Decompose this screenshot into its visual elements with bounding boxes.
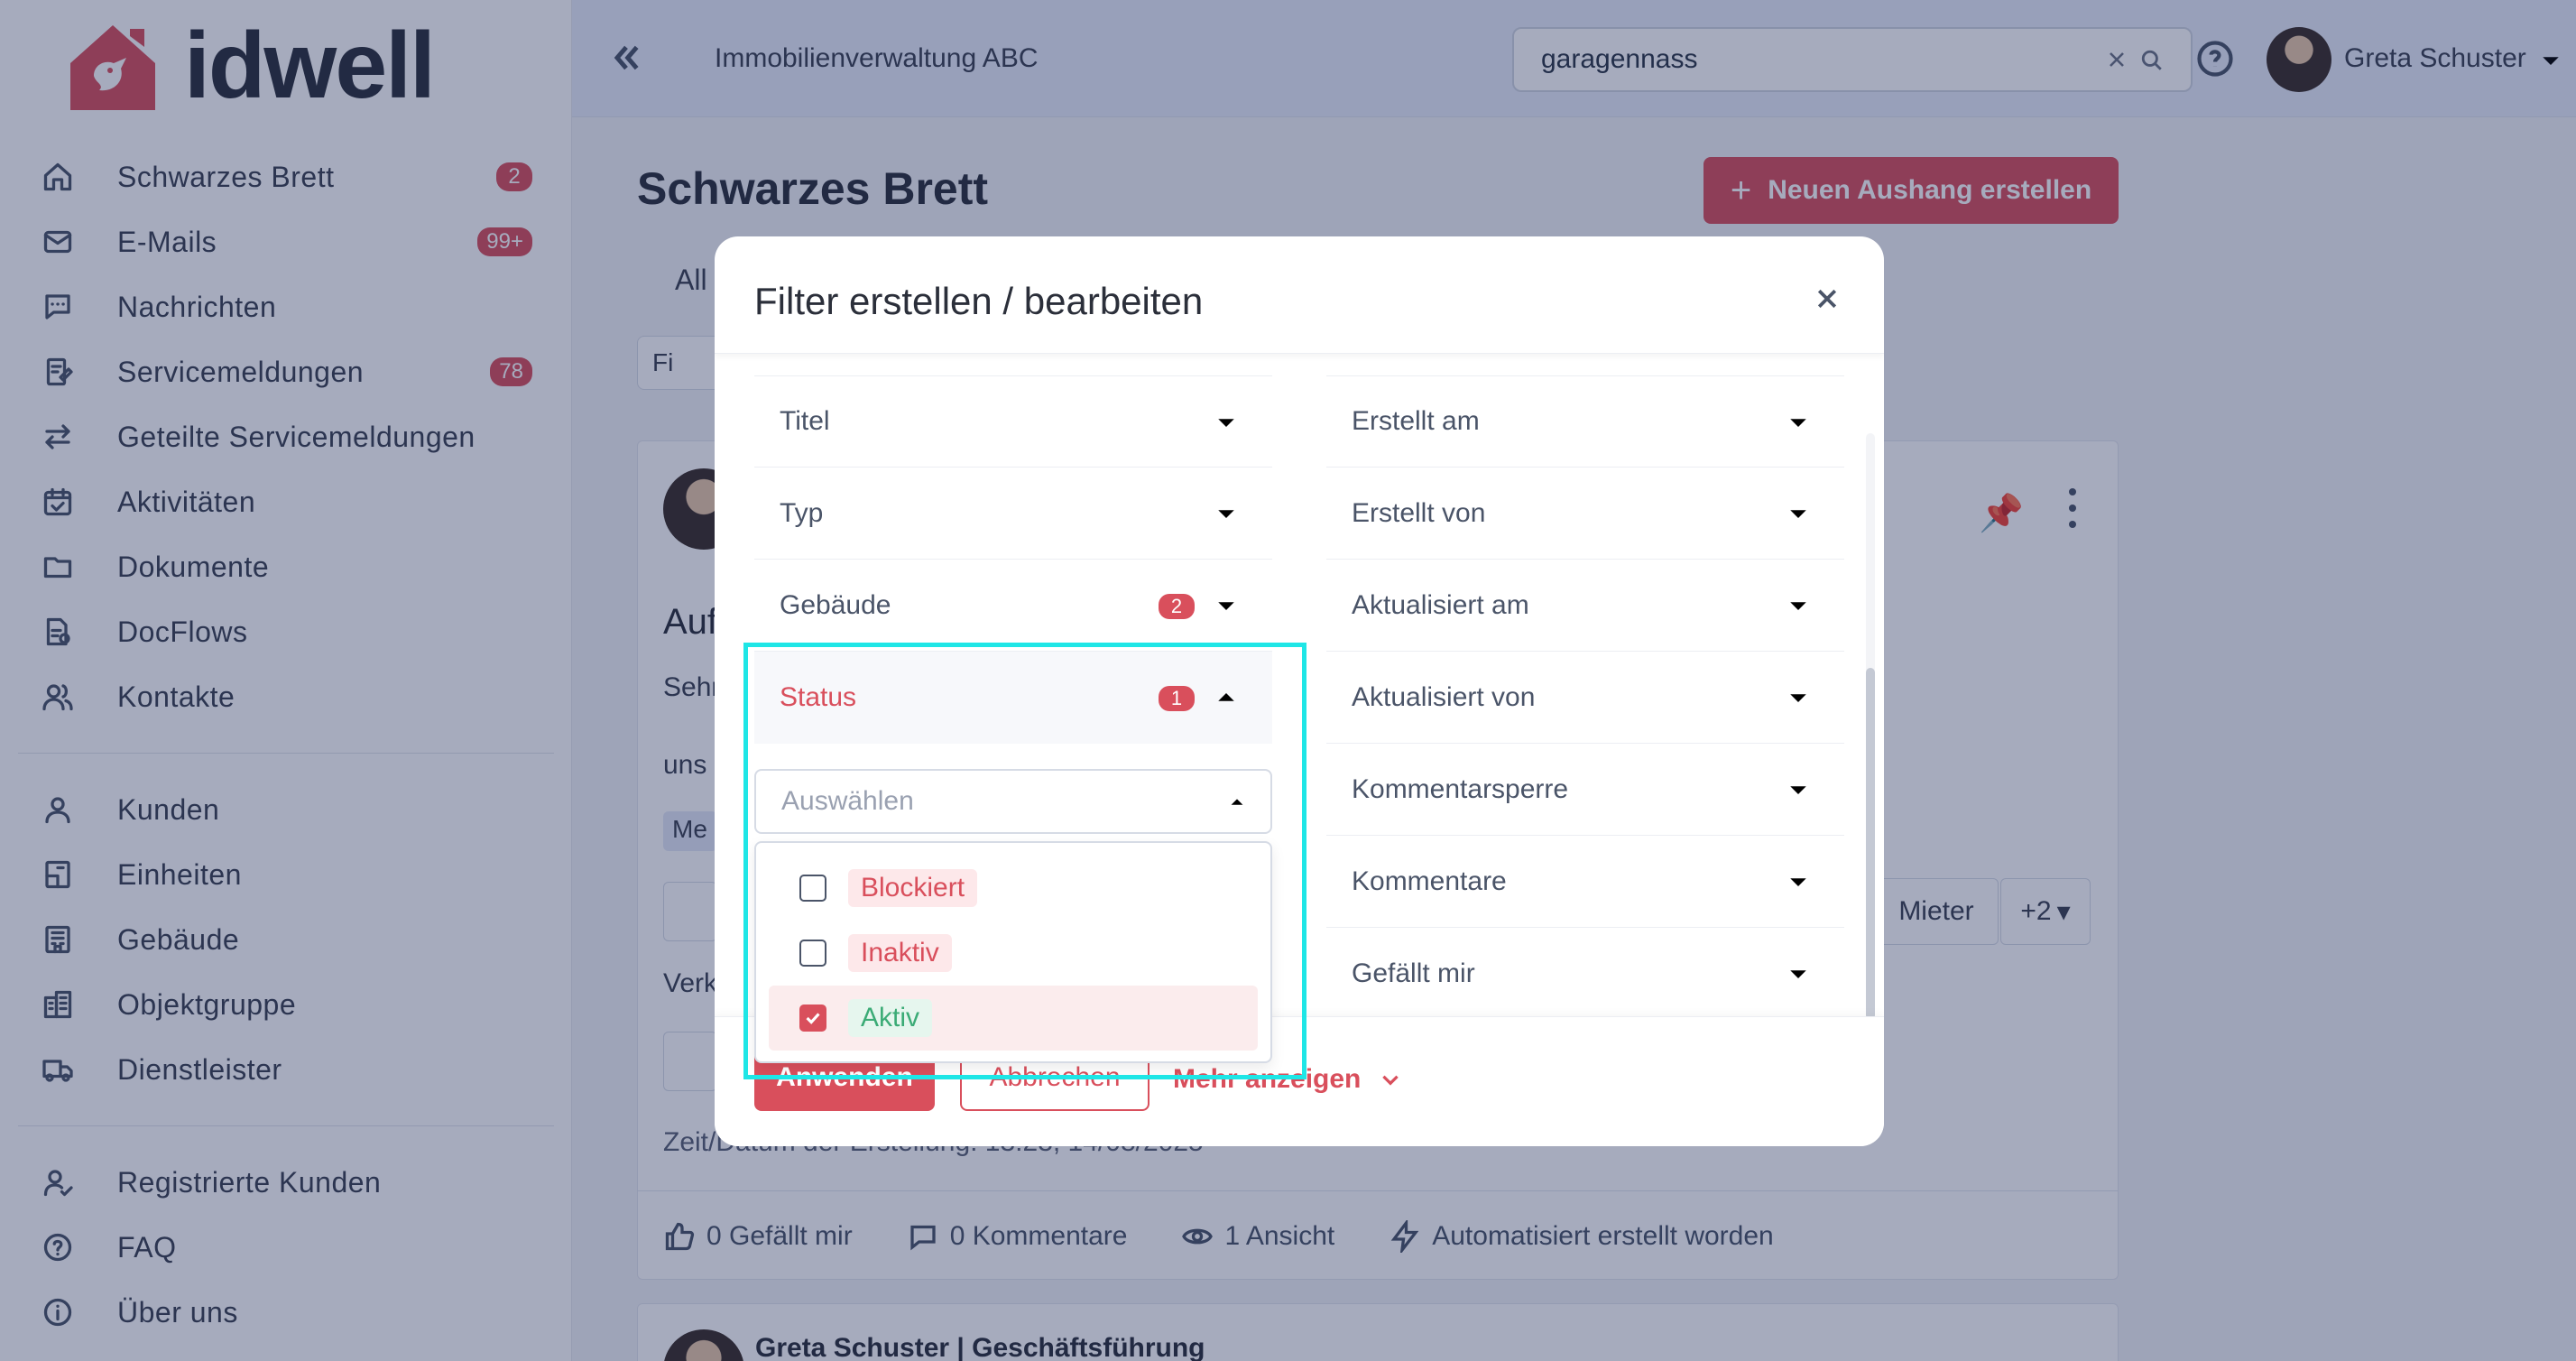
status-select-placeholder: Auswählen (781, 786, 914, 816)
close-modal-button[interactable] (1814, 285, 1841, 312)
checkbox[interactable] (799, 875, 826, 902)
scrollbar-thumb[interactable] (1866, 668, 1875, 1020)
chevron-up-icon (1218, 693, 1234, 701)
filter-aktualisiert-am[interactable]: Aktualisiert am (1326, 560, 1844, 652)
filter-gefaellt-mir[interactable]: Gefällt mir (1326, 928, 1844, 1020)
status-tag: Aktiv (848, 999, 933, 1037)
chevron-down-icon (1790, 602, 1806, 610)
chevron-down-icon (1382, 1075, 1399, 1086)
filter-kommentare[interactable]: Kommentare (1326, 836, 1844, 928)
filter-label: Kommentarsperre (1352, 773, 1569, 804)
chevron-up-icon (1231, 799, 1243, 805)
filter-erstellt-am[interactable]: Erstellt am (1326, 375, 1844, 468)
filter-aktualisiert-von[interactable]: Aktualisiert von (1326, 652, 1844, 744)
filter-count-badge: 2 (1159, 594, 1195, 619)
filter-label: Erstellt am (1352, 406, 1480, 436)
chevron-down-icon (1218, 510, 1234, 518)
filter-label: Status (780, 682, 857, 712)
chevron-down-icon (1218, 602, 1234, 610)
chevron-down-icon (1790, 970, 1806, 978)
filter-column-right: Erstellt am Erstellt von Aktualisiert am… (1326, 375, 1844, 1020)
filter-label: Erstellt von (1352, 497, 1486, 528)
modal-title: Filter erstellen / bearbeiten (754, 280, 1204, 322)
chevron-down-icon (1790, 510, 1806, 518)
status-option-blockiert[interactable]: Blockiert (769, 856, 1258, 921)
filter-gebaeude[interactable]: Gebäude 2 (754, 560, 1272, 652)
status-tag: Blockiert (848, 869, 978, 907)
chevron-down-icon (1790, 694, 1806, 702)
modal-header: Filter erstellen / bearbeiten (715, 236, 1884, 354)
close-icon (1817, 289, 1837, 309)
filter-erstellt-von[interactable]: Erstellt von (1326, 468, 1844, 560)
check-icon (806, 1013, 820, 1024)
filter-typ[interactable]: Typ (754, 468, 1272, 560)
filter-titel[interactable]: Titel (754, 375, 1272, 468)
status-dropdown: Blockiert Inaktiv Aktiv (754, 841, 1272, 1063)
filter-label: Gebäude (780, 589, 891, 620)
filter-column-left: Titel Typ Gebäude 2 Status 1 (754, 375, 1272, 744)
filter-label: Gefällt mir (1352, 958, 1475, 988)
chevron-down-icon (1790, 878, 1806, 886)
filter-label: Typ (780, 497, 824, 528)
filter-status[interactable]: Status 1 (754, 652, 1272, 744)
filter-kommentarsperre[interactable]: Kommentarsperre (1326, 744, 1844, 836)
checkbox-checked[interactable] (799, 1005, 826, 1032)
filter-label: Kommentare (1352, 866, 1507, 896)
checkbox[interactable] (799, 940, 826, 967)
filter-modal: Filter erstellen / bearbeiten Titel Typ … (715, 236, 1884, 1146)
chevron-down-icon (1790, 419, 1806, 427)
chevron-down-icon (1790, 786, 1806, 794)
filter-count-badge: 1 (1159, 686, 1195, 711)
show-more-label: Mehr anzeigen (1173, 1064, 1362, 1094)
status-option-aktiv[interactable]: Aktiv (769, 986, 1258, 1051)
filter-label: Titel (780, 406, 830, 436)
show-more-button[interactable]: Mehr anzeigen (1173, 1064, 1402, 1095)
filter-label: Aktualisiert am (1352, 589, 1529, 620)
filter-label: Aktualisiert von (1352, 681, 1536, 712)
status-select[interactable]: Auswählen (754, 769, 1272, 834)
chevron-down-icon (1218, 419, 1234, 427)
status-tag: Inaktiv (848, 934, 952, 972)
status-option-inaktiv[interactable]: Inaktiv (769, 921, 1258, 986)
